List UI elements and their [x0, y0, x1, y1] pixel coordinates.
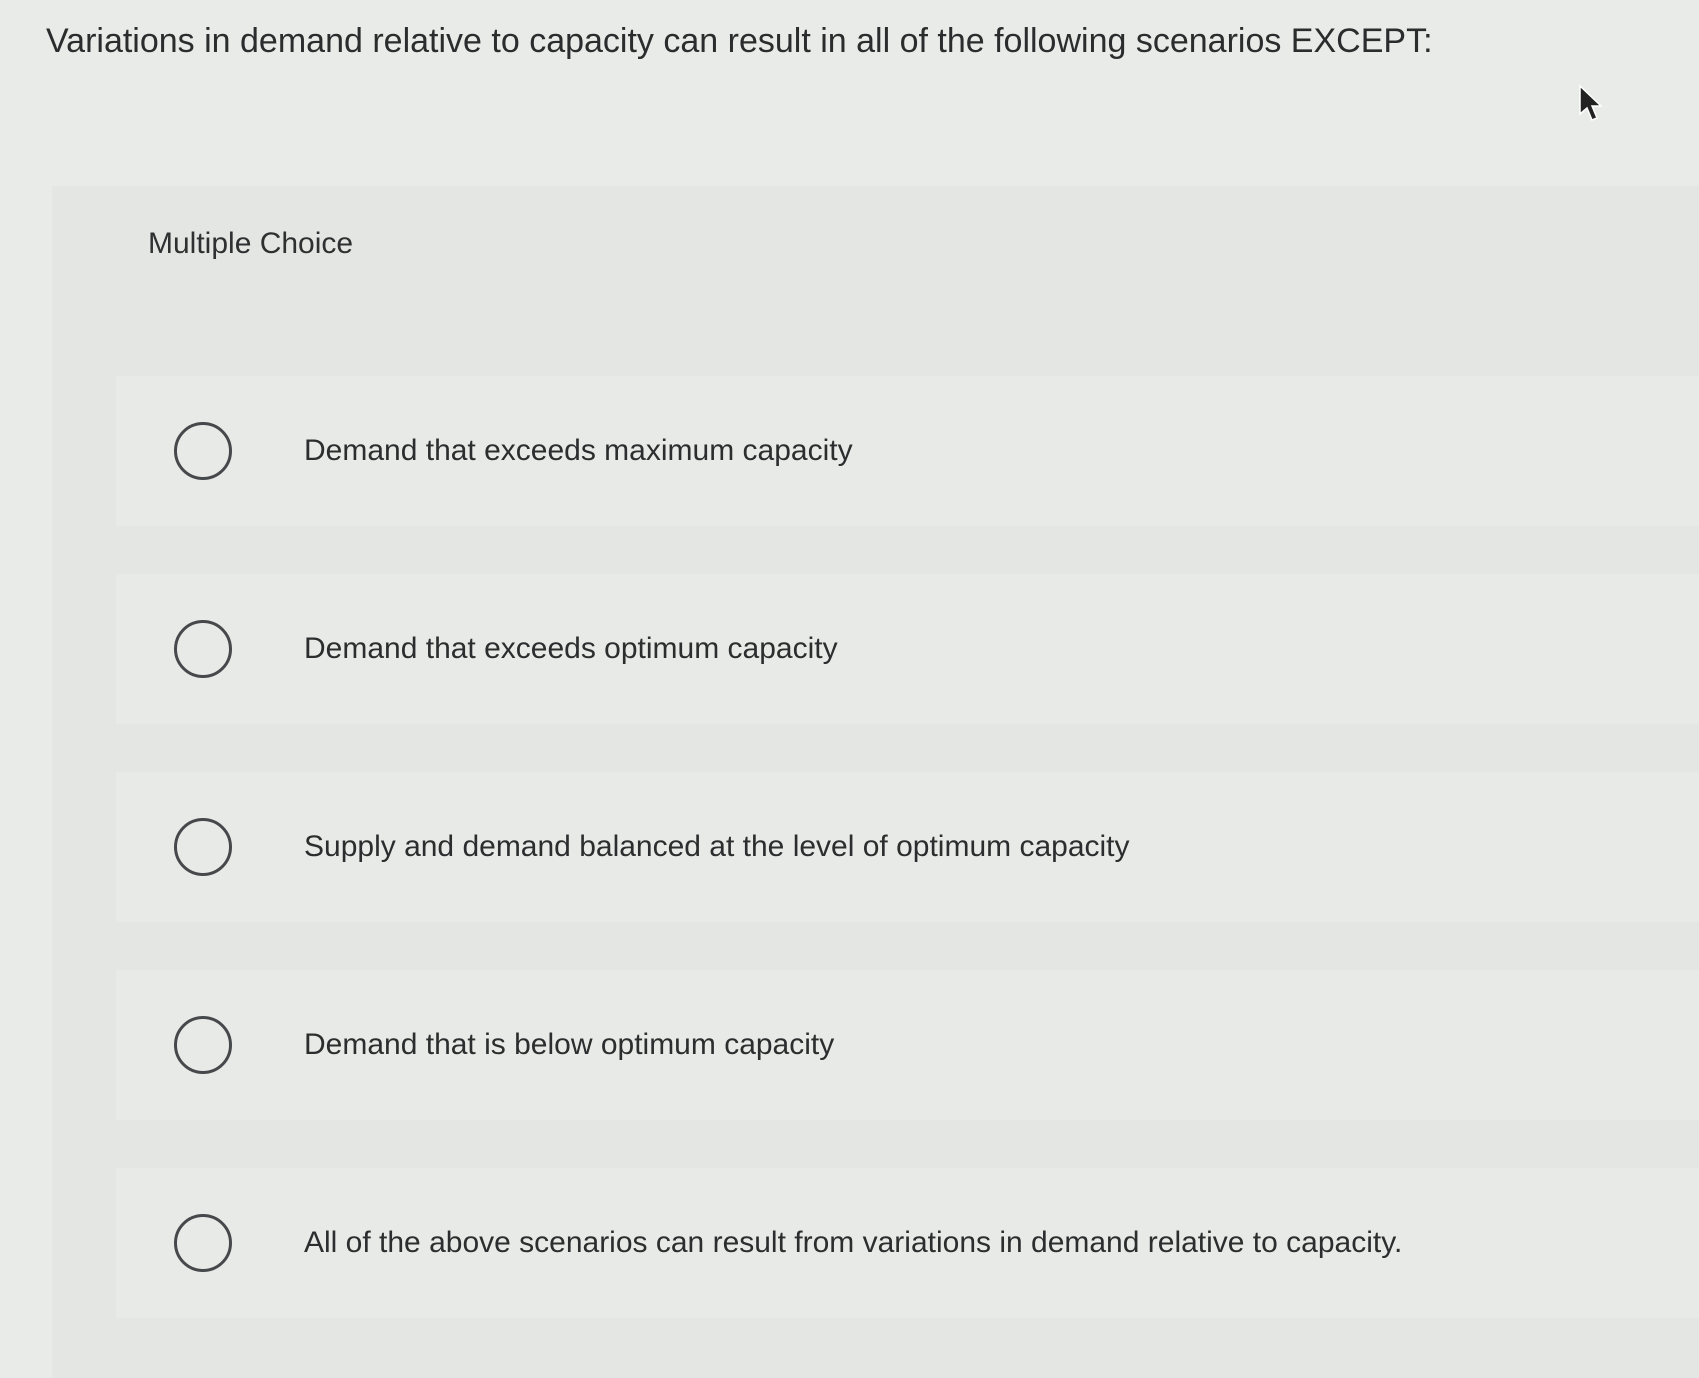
radio-button[interactable] [174, 818, 232, 876]
choice-option-1[interactable]: Demand that exceeds maximum capacity [116, 376, 1699, 526]
question-type-label: Multiple Choice [148, 227, 354, 260]
radio-button[interactable] [174, 620, 232, 678]
choice-label: All of the above scenarios can result fr… [304, 1226, 1403, 1259]
choice-label: Supply and demand balanced at the level … [304, 830, 1130, 863]
radio-button[interactable] [174, 1214, 232, 1272]
choice-label: Demand that is below optimum capacity [304, 1028, 835, 1061]
choice-label: Demand that exceeds maximum capacity [304, 434, 853, 467]
choice-option-2[interactable]: Demand that exceeds optimum capacity [116, 574, 1699, 724]
choice-option-3[interactable]: Supply and demand balanced at the level … [116, 772, 1699, 922]
choice-option-4[interactable]: Demand that is below optimum capacity [116, 970, 1699, 1120]
radio-button[interactable] [174, 422, 232, 480]
choice-list: Demand that exceeds maximum capacity Dem… [116, 376, 1699, 1366]
radio-button[interactable] [174, 1016, 232, 1074]
choice-label: Demand that exceeds optimum capacity [304, 632, 838, 665]
mouse-pointer-icon [1579, 84, 1603, 121]
choice-option-5[interactable]: All of the above scenarios can result fr… [116, 1168, 1699, 1318]
multiple-choice-panel: Multiple Choice Demand that exceeds maxi… [52, 186, 1699, 1378]
question-text: Variations in demand relative to capacit… [46, 22, 1433, 60]
